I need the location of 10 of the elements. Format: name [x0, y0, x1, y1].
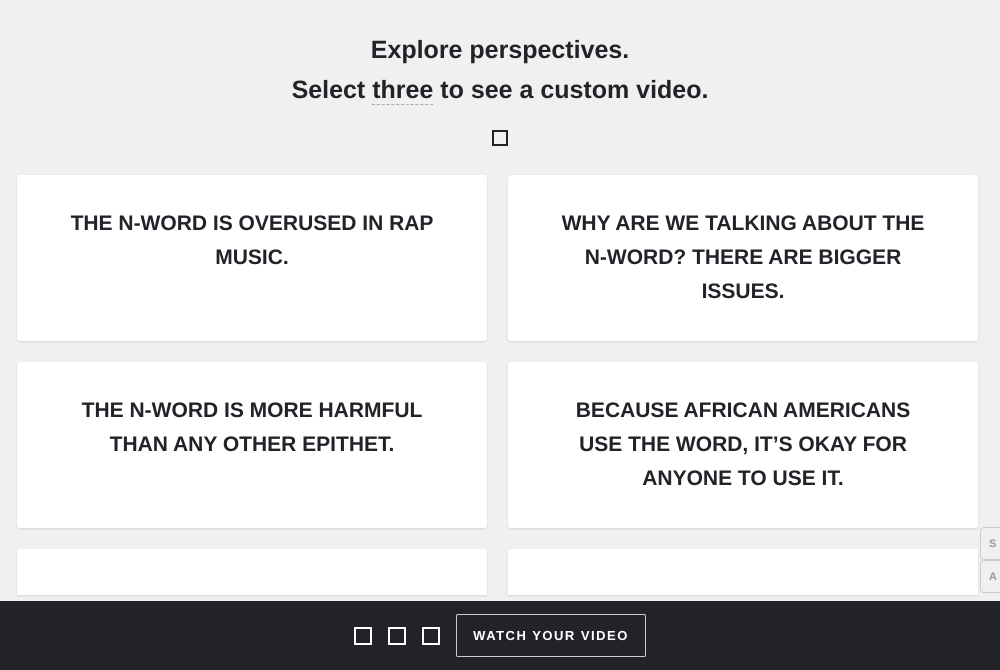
square-icon	[492, 130, 508, 146]
watch-video-button[interactable]: WATCH YOUR VIDEO	[456, 614, 646, 657]
perspective-card[interactable]: WHY ARE WE TALKING ABOUT THE N-WORD? THERE ARE BIGGER ISSUES.	[508, 175, 978, 341]
perspective-card[interactable]	[508, 549, 978, 595]
heading: Explore perspectives.	[370, 35, 630, 66]
perspective-card[interactable]	[17, 549, 487, 595]
perspective-card[interactable]: THE N-WORD IS MORE HARMFUL THAN ANY OTHER EPITHET.	[17, 362, 487, 528]
instruction-text: Select three to see a custom video.	[292, 75, 708, 107]
perspective-card[interactable]: THE N-WORD IS OVERUSED IN RAP MUSIC.	[17, 175, 487, 341]
perspective-card[interactable]: BECAUSE AFRICAN AMERICANS USE THE WORD, IT’S OKAY FOR ANYONE TO USE IT.	[508, 362, 978, 528]
